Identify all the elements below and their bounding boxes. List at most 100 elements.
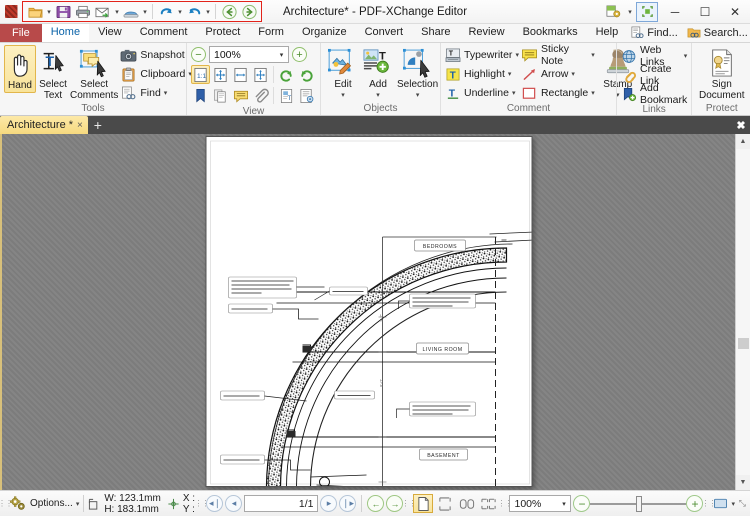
content-pane-icon[interactable]: T	[277, 86, 296, 105]
selection-button[interactable]: Selection ▾	[397, 45, 438, 101]
ui-settings-caret[interactable]: ▾	[626, 2, 634, 21]
tab-file[interactable]: File	[0, 24, 42, 42]
tab-view[interactable]: View	[89, 24, 131, 42]
close-button[interactable]: ✕	[720, 0, 750, 24]
bookmarks-pane-icon[interactable]	[191, 86, 210, 105]
tab-bookmarks[interactable]: Bookmarks	[514, 24, 587, 42]
zoom-level-combobox[interactable]: 100% ▾	[209, 46, 289, 63]
zoom-slider-thumb[interactable]	[636, 495, 643, 512]
attachments-pane-icon[interactable]	[251, 86, 270, 105]
typewriter-button[interactable]: T Typewriter ▾	[445, 46, 519, 64]
email-icon[interactable]	[93, 2, 113, 21]
scroll-track[interactable]	[735, 149, 750, 475]
find-tool-button[interactable]: Find ▾	[120, 84, 191, 102]
undo-icon[interactable]	[156, 2, 176, 21]
edit-content-button[interactable]: Edit ▾	[327, 45, 359, 101]
options-caret-icon[interactable]: ▾	[76, 500, 80, 508]
fullscreen-caret-icon[interactable]: ▾	[731, 500, 735, 508]
first-page-button[interactable]: ◂❘	[206, 495, 224, 512]
minimize-button[interactable]: ─	[660, 0, 690, 24]
fullscreen-toggle-icon[interactable]	[634, 1, 660, 23]
fit-visible-icon[interactable]	[251, 65, 270, 84]
fit-width-icon[interactable]	[231, 65, 250, 84]
resize-grip[interactable]: ⤡	[737, 498, 746, 509]
redo-dropdown-caret[interactable]: ▾	[204, 2, 212, 21]
edit-caret-icon[interactable]: ▾	[341, 91, 345, 102]
back-icon[interactable]	[219, 2, 239, 21]
zoom-slider-track[interactable]	[590, 495, 687, 512]
scan-dropdown-caret[interactable]: ▾	[141, 2, 149, 21]
ui-settings-icon[interactable]	[600, 1, 626, 23]
tab-review[interactable]: Review	[459, 24, 513, 42]
last-page-button[interactable]: ❘▸	[339, 495, 357, 512]
underline-caret-icon[interactable]: ▾	[512, 89, 516, 97]
sign-document-button[interactable]: Sign Document	[696, 45, 747, 101]
thumbnails-pane-icon[interactable]	[211, 86, 230, 105]
highlight-button[interactable]: T Highlight ▾	[445, 65, 519, 83]
typewriter-caret-icon[interactable]: ▾	[515, 51, 519, 59]
status-zoom-combobox[interactable]: 100% ▾	[509, 495, 572, 512]
single-page-icon[interactable]	[413, 494, 434, 513]
email-dropdown-caret[interactable]: ▾	[113, 2, 121, 21]
selection-caret-icon[interactable]: ▾	[416, 91, 420, 102]
add-caret-icon[interactable]: ▾	[376, 91, 380, 102]
chevron-down-icon[interactable]: ▾	[275, 51, 288, 59]
tab-share[interactable]: Share	[412, 24, 459, 42]
new-tab-button[interactable]: +	[88, 116, 108, 134]
scroll-up-arrow-icon[interactable]: ▲	[735, 134, 750, 149]
sticky-note-button[interactable]: Sticky Note ▾	[521, 43, 595, 67]
comments-pane-icon[interactable]	[231, 86, 250, 105]
document-tab-architecture[interactable]: Architecture * ×	[0, 116, 88, 134]
add-content-button[interactable]: T Add ▾	[362, 45, 394, 101]
undo-dropdown-caret[interactable]: ▾	[176, 2, 184, 21]
options-button[interactable]: Options... ▾	[9, 495, 79, 512]
add-bookmark-button[interactable]: Add Bookmark	[621, 82, 687, 106]
scroll-down-arrow-icon[interactable]: ▼	[735, 475, 750, 490]
next-page-button[interactable]: ▸	[320, 495, 338, 512]
continuous-icon[interactable]	[435, 494, 455, 513]
tab-help[interactable]: Help	[587, 24, 628, 42]
close-icon[interactable]: ×	[77, 120, 83, 131]
vertical-scrollbar[interactable]: ▲ ▼	[735, 134, 750, 490]
scan-icon[interactable]	[121, 2, 141, 21]
arrow-caret-icon[interactable]: ▾	[571, 70, 575, 78]
two-page-icon[interactable]	[457, 494, 477, 513]
page-number-input[interactable]: 1/1	[244, 495, 319, 512]
select-text-button[interactable]: T Select Text	[38, 45, 68, 101]
rotate-ccw-icon[interactable]	[277, 65, 296, 84]
select-comments-button[interactable]: Select Comments	[70, 45, 118, 101]
tab-convert[interactable]: Convert	[356, 24, 413, 42]
chevron-down-icon[interactable]: ▾	[557, 500, 570, 508]
toolbar-grip[interactable]: ⋮⋮	[0, 495, 13, 513]
rotate-cw-icon[interactable]	[297, 65, 316, 84]
sticky-note-caret-icon[interactable]: ▾	[591, 51, 595, 59]
open-dropdown-caret[interactable]: ▾	[45, 2, 53, 21]
pdf-page[interactable]: BEDROOMS LIVING ROOM BASEMENT 3'-2" 8'-0…	[205, 136, 532, 487]
hand-tool-button[interactable]: Hand	[4, 45, 36, 93]
scroll-thumb[interactable]	[737, 338, 749, 350]
viewmode-grip[interactable]: ⋮⋮	[401, 495, 416, 513]
previous-page-button[interactable]: ◂	[225, 495, 243, 512]
fullscreen-grip[interactable]: ⋮⋮	[701, 495, 716, 513]
tab-form[interactable]: Form	[249, 24, 293, 42]
history-back-button[interactable]: ←	[367, 495, 385, 512]
properties-pane-icon[interactable]	[297, 86, 316, 105]
redo-icon[interactable]	[184, 2, 204, 21]
forward-icon[interactable]	[239, 2, 259, 21]
zoom-slider[interactable]: − +	[573, 495, 704, 512]
highlight-caret-icon[interactable]: ▾	[508, 70, 512, 78]
fit-page-icon[interactable]	[211, 65, 230, 84]
zoom-out-button[interactable]: −	[191, 47, 206, 62]
nav-grip[interactable]: ⋮⋮	[194, 495, 209, 513]
find-caret-icon[interactable]: ▾	[164, 89, 168, 97]
save-icon[interactable]	[53, 2, 73, 21]
tab-home[interactable]: Home	[41, 24, 90, 42]
page-canvas[interactable]: BEDROOMS LIVING ROOM BASEMENT 3'-2" 8'-0…	[0, 134, 735, 490]
tab-comment[interactable]: Comment	[131, 24, 197, 42]
snapshot-button[interactable]: Snapshot	[120, 46, 191, 64]
tab-protect[interactable]: Protect	[196, 24, 249, 42]
rectangle-button[interactable]: Rectangle ▾	[521, 84, 595, 102]
actual-size-icon[interactable]: 1:1	[191, 65, 210, 84]
zoom-out-button[interactable]: −	[573, 495, 591, 512]
find-button[interactable]: Find...	[627, 26, 681, 40]
